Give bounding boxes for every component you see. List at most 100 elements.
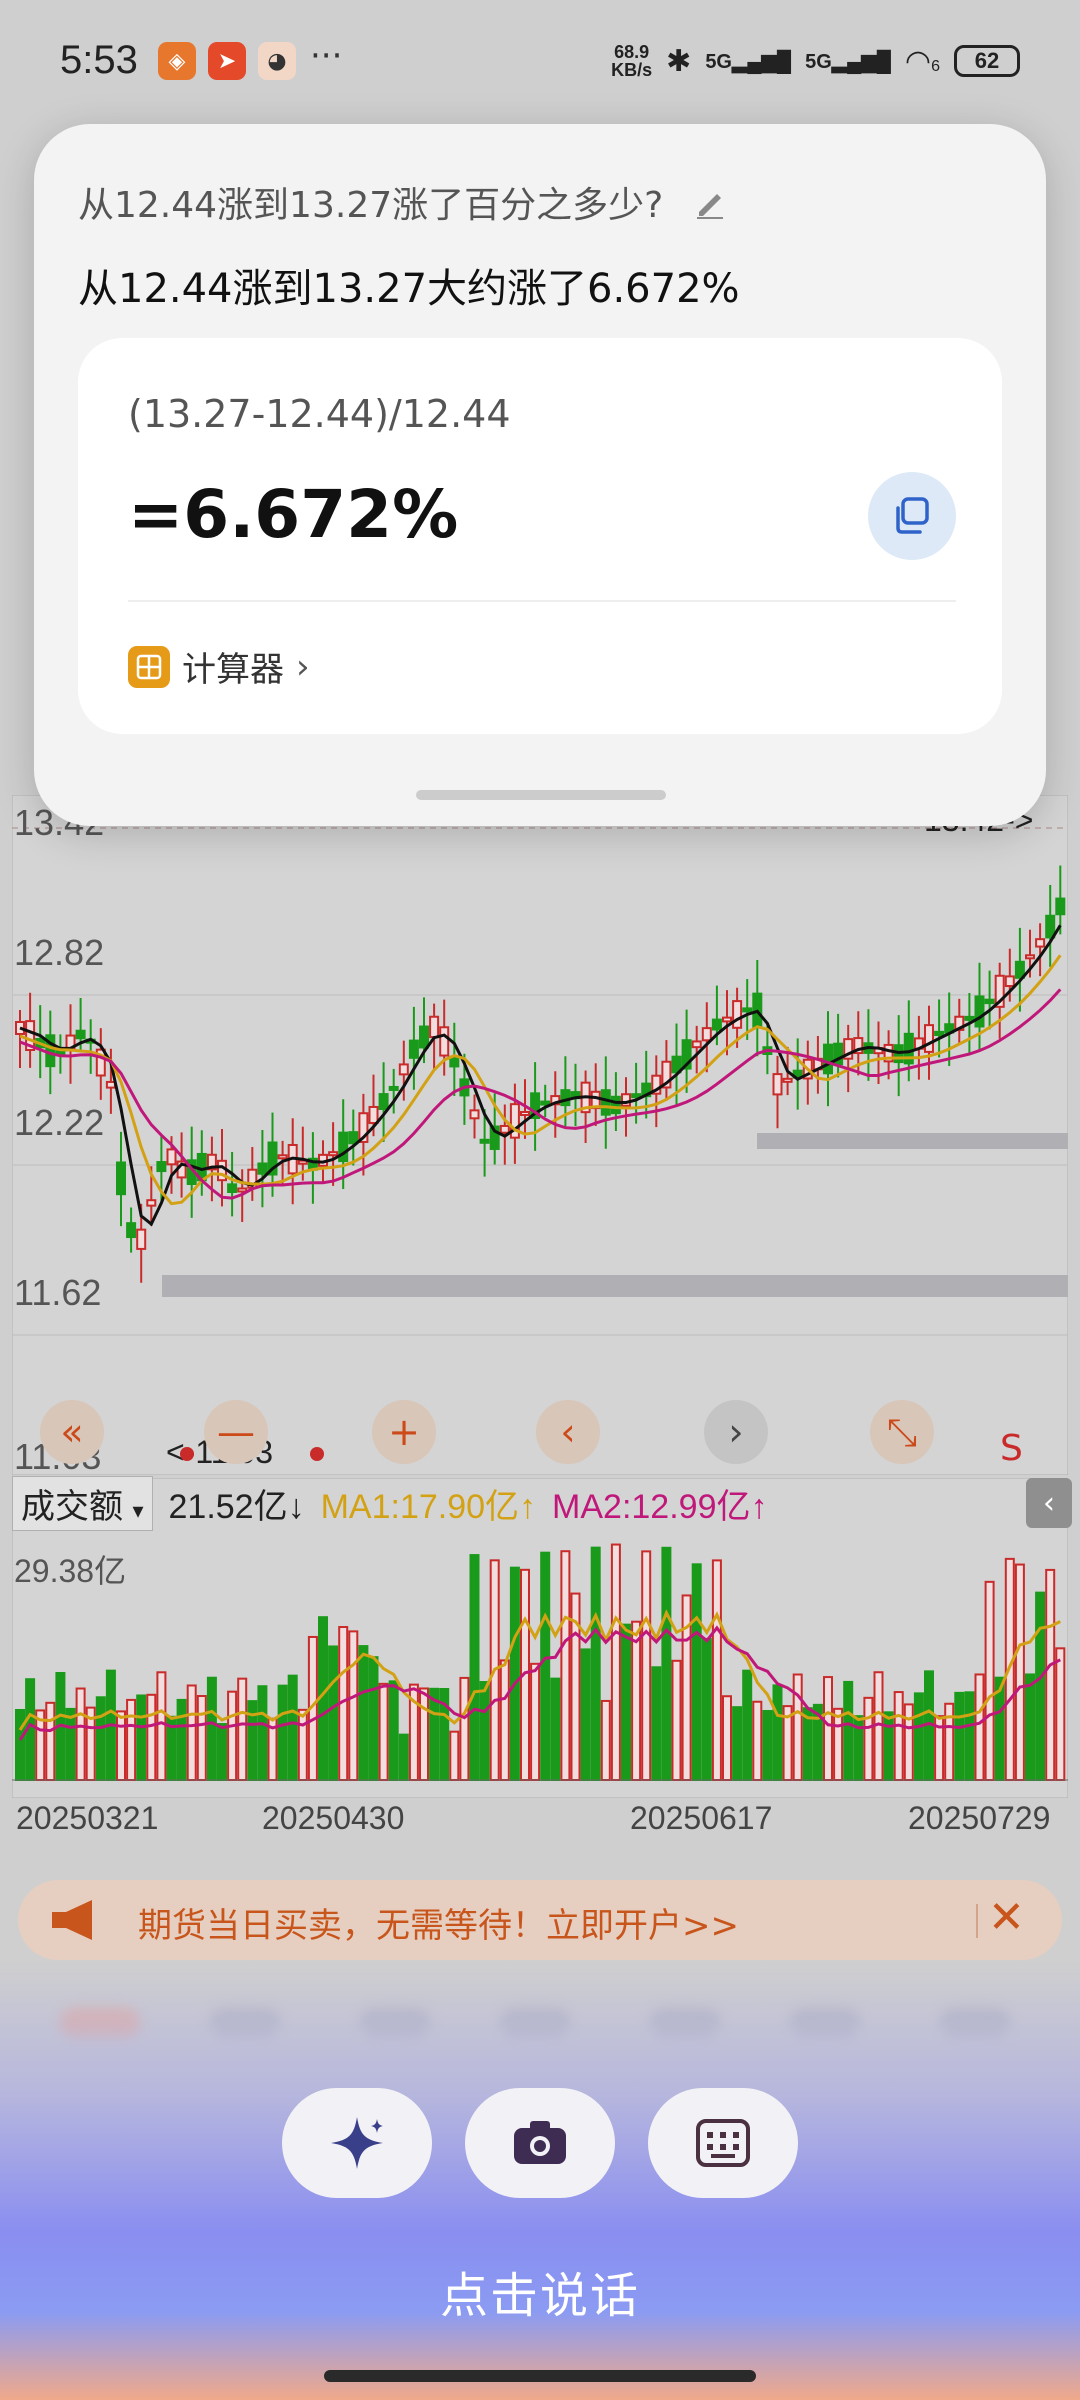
ad-banner[interactable]: 期货当日买卖，无需等待！立即开户>> ✕: [18, 1880, 1062, 1960]
drag-handle[interactable]: [416, 790, 666, 800]
more-notifications-icon: ···: [310, 36, 343, 76]
candle: [520, 1110, 530, 1116]
rewind-button[interactable]: «: [40, 1400, 104, 1464]
candle: [116, 1161, 126, 1196]
volume-bar: [893, 1691, 904, 1781]
edit-pencil-icon[interactable]: [693, 186, 727, 229]
volume-bar: [469, 1554, 480, 1781]
candle: [621, 1093, 631, 1107]
volume-bar: [792, 1673, 803, 1782]
volume-bar: [944, 1702, 955, 1781]
volume-bar: [691, 1563, 702, 1782]
sparkle-icon: [331, 2117, 383, 2169]
close-icon[interactable]: ✕: [988, 1892, 1025, 1943]
candle: [166, 1148, 177, 1166]
volume-bar: [540, 1551, 551, 1781]
price-chart[interactable]: [12, 795, 1068, 1475]
volume-selector[interactable]: 成交额 ▾: [12, 1475, 153, 1531]
volume-bar: [711, 1559, 722, 1781]
volume-bar: [176, 1698, 187, 1781]
candle: [600, 1089, 611, 1116]
volume-bar: [388, 1680, 399, 1781]
volume-bar: [651, 1666, 662, 1781]
formula-text: (13.27-12.44)/12.44: [128, 392, 511, 436]
date-label: 20250617: [630, 1800, 773, 1836]
candle: [823, 1043, 833, 1075]
volume-ma2: MA2:12.99亿↑: [552, 1487, 768, 1526]
calculator-link[interactable]: 计算器 ›: [128, 642, 310, 691]
candle: [429, 1015, 440, 1039]
candle: [439, 1026, 450, 1057]
volume-bar: [419, 1687, 429, 1782]
question-text[interactable]: 从12.44涨到13.27涨了百分之多少?: [78, 176, 727, 229]
volume-bar: [661, 1546, 672, 1781]
volume-bar: [95, 1696, 106, 1781]
tap-to-speak-label[interactable]: 点击说话: [0, 2256, 1080, 2326]
volume-value: 21.52亿↓: [168, 1487, 305, 1526]
divider: [976, 1904, 978, 1938]
candle: [984, 998, 995, 1005]
bluetooth-icon: ✱: [666, 44, 692, 78]
candle: [964, 1015, 975, 1021]
candle: [105, 1080, 116, 1089]
next-button[interactable]: ›: [704, 1400, 768, 1464]
volume-bar: [954, 1691, 965, 1781]
volume-bar: [833, 1707, 844, 1782]
volume-max-label: 29.38亿: [14, 1553, 127, 1589]
fullscreen-button[interactable]: ⤡: [870, 1400, 934, 1464]
support-zone: [757, 1133, 1068, 1149]
chevron-right-icon: ›: [296, 646, 310, 687]
volume-bar: [206, 1676, 217, 1782]
camera-icon: [514, 2121, 566, 2164]
candle: [378, 1093, 389, 1110]
volume-bar: [621, 1623, 631, 1781]
volume-bar: [903, 1703, 914, 1781]
candle: [469, 1109, 480, 1120]
candle: [631, 1093, 642, 1099]
candle: [1045, 914, 1056, 939]
y-label: 11.62: [14, 1272, 102, 1313]
zoom-in-button[interactable]: +: [372, 1400, 436, 1464]
volume-bar: [257, 1685, 268, 1781]
candle: [277, 1154, 288, 1160]
candle: [1004, 975, 1015, 988]
candle: [732, 1000, 743, 1029]
volume-bar: [65, 1707, 76, 1781]
zoom-out-button[interactable]: —: [204, 1400, 268, 1464]
camera-button[interactable]: [465, 2088, 615, 2198]
keyboard-button[interactable]: [648, 2088, 798, 2198]
volume-bar: [287, 1674, 298, 1781]
copy-button[interactable]: [868, 472, 956, 560]
volume-bar: [297, 1708, 308, 1782]
ai-sparkle-button[interactable]: [282, 2088, 432, 2198]
candle: [610, 1095, 621, 1115]
calculation-popup: 从12.44涨到13.27涨了百分之多少? 从12.44涨到13.27大约涨了6…: [34, 124, 1046, 826]
volume-header: 成交额 ▾ 21.52亿↓ MA1:17.90亿↑ MA2:12.99亿↑: [12, 1475, 768, 1531]
net-speed: 68.9 KB/s: [611, 42, 653, 80]
candle: [1035, 938, 1046, 948]
volume-bar: [762, 1710, 773, 1782]
prev-button[interactable]: ‹: [536, 1400, 600, 1464]
candle: [742, 1007, 753, 1013]
candle: [499, 1124, 510, 1134]
signal-5g-icon: 5G▂▄▆█: [805, 50, 891, 73]
volume-bar: [530, 1662, 541, 1781]
candle: [711, 1018, 722, 1031]
volume-bar: [146, 1693, 157, 1781]
collapse-icon[interactable]: ‹: [1026, 1478, 1072, 1528]
status-icons: 68.9 KB/s ✱ 5G▂▄▆█ 5G▂▄▆█ ◠6 62: [611, 36, 1020, 86]
date-label: 20250321: [16, 1800, 159, 1836]
volume-bar: [136, 1694, 147, 1781]
candle: [1055, 897, 1066, 916]
volume-bar: [15, 1709, 25, 1781]
candle: [328, 1151, 339, 1157]
home-indicator[interactable]: [324, 2370, 756, 2382]
chart-controls: « — + ‹ › ⤡: [0, 1400, 1080, 1470]
volume-bar: [156, 1671, 167, 1781]
candle: [1025, 954, 1035, 960]
candle: [974, 995, 985, 1028]
volume-ma1: MA1:17.90亿↑: [320, 1487, 537, 1526]
volume-bar: [237, 1677, 248, 1781]
volume-bar: [772, 1684, 783, 1781]
volume-bar: [863, 1696, 874, 1782]
